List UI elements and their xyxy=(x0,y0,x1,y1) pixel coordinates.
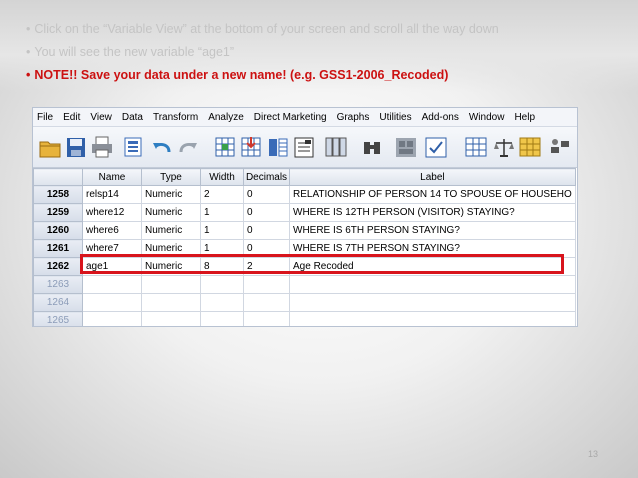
find-icon[interactable] xyxy=(361,135,383,159)
bullet-list: • Click on the “Variable View” at the bot… xyxy=(26,18,626,87)
bullet-item: • You will see the new variable “age1” xyxy=(26,41,626,64)
cell-type[interactable] xyxy=(141,311,201,326)
cell-decimals[interactable] xyxy=(243,311,290,326)
cell-label[interactable] xyxy=(289,275,576,294)
note-bullet: • NOTE!! Save your data under a new name!… xyxy=(26,64,626,87)
column-header-decimals[interactable]: Decimals xyxy=(243,168,290,186)
row-number[interactable]: 1258 xyxy=(33,185,83,204)
row-number[interactable]: 1259 xyxy=(33,203,83,222)
split-file-icon[interactable] xyxy=(395,135,417,159)
goto-variable-icon[interactable] xyxy=(241,135,263,159)
cell-type[interactable] xyxy=(141,293,201,312)
cell-decimals[interactable]: 0 xyxy=(243,185,290,204)
row-number[interactable]: 1263 xyxy=(33,275,83,294)
column-header-label[interactable]: Label xyxy=(289,168,576,186)
cell-type[interactable] xyxy=(141,275,201,294)
menu-transform[interactable]: Transform xyxy=(149,112,204,123)
cell-label[interactable]: WHERE IS 12TH PERSON (VISITOR) STAYING? xyxy=(289,203,576,222)
menu-add-ons[interactable]: Add-ons xyxy=(418,112,465,123)
corner-header xyxy=(33,168,83,186)
column-header-width[interactable]: Width xyxy=(200,168,244,186)
redo-icon[interactable] xyxy=(177,135,199,159)
cell-name[interactable]: where6 xyxy=(82,221,142,240)
goto-case-icon[interactable] xyxy=(215,135,237,159)
row-number[interactable]: 1262 xyxy=(33,257,83,276)
select-cases-icon[interactable] xyxy=(465,135,487,159)
undo-icon[interactable] xyxy=(151,135,173,159)
weight-cases-icon[interactable] xyxy=(425,135,447,159)
row-number[interactable]: 1265 xyxy=(33,311,83,326)
cell-name[interactable] xyxy=(82,293,142,312)
age1-highlight-box xyxy=(80,254,564,274)
cell-decimals[interactable] xyxy=(243,293,290,312)
cell-name[interactable]: relsp14 xyxy=(82,185,142,204)
cell-width[interactable]: 2 xyxy=(200,185,244,204)
bullet-dot-icon: • xyxy=(26,68,31,82)
column-header-type[interactable]: Type xyxy=(141,168,201,186)
menu-direct-marketing[interactable]: Direct Marketing xyxy=(250,112,333,123)
table-row: 1258 relsp14 Numeric 2 0 RELATIONSHIP OF… xyxy=(33,185,576,204)
slide-number: 13 xyxy=(588,449,599,459)
variable-table: Name Type Width Decimals Label 1258 rels… xyxy=(33,168,576,326)
insert-cases-icon[interactable] xyxy=(293,135,315,159)
cell-type[interactable]: Numeric xyxy=(141,185,201,204)
table-row: 1264 xyxy=(33,293,576,312)
cell-type[interactable]: Numeric xyxy=(141,203,201,222)
dialog-recall-icon[interactable] xyxy=(123,135,145,159)
menu-edit[interactable]: Edit xyxy=(59,112,86,123)
scale-icon[interactable] xyxy=(519,135,541,159)
cell-name[interactable] xyxy=(82,275,142,294)
print-icon[interactable] xyxy=(91,135,113,159)
cell-label[interactable]: WHERE IS 6TH PERSON STAYING? xyxy=(289,221,576,240)
cell-width[interactable] xyxy=(200,311,244,326)
cell-decimals[interactable]: 0 xyxy=(243,221,290,240)
menu-window[interactable]: Window xyxy=(465,112,511,123)
row-number[interactable]: 1261 xyxy=(33,239,83,258)
bullet-item: • Click on the “Variable View” at the bot… xyxy=(26,18,626,41)
menu-help[interactable]: Help xyxy=(510,112,541,123)
row-number[interactable]: 1264 xyxy=(33,293,83,312)
column-header-name[interactable]: Name xyxy=(82,168,142,186)
menu-bar: File Edit View Data Transform Analyze Di… xyxy=(33,108,577,127)
spss-window-screenshot: File Edit View Data Transform Analyze Di… xyxy=(32,107,578,327)
cell-type[interactable]: Numeric xyxy=(141,221,201,240)
open-folder-icon[interactable] xyxy=(39,135,61,159)
menu-file[interactable]: File xyxy=(33,112,59,123)
menu-data[interactable]: Data xyxy=(118,112,149,123)
row-number[interactable]: 1260 xyxy=(33,221,83,240)
menu-view[interactable]: View xyxy=(86,112,118,123)
value-labels-icon[interactable] xyxy=(493,135,515,159)
cell-name[interactable]: where12 xyxy=(82,203,142,222)
save-icon[interactable] xyxy=(65,135,87,159)
cell-decimals[interactable] xyxy=(243,275,290,294)
variable-view-grid: Name Type Width Decimals Label 1258 rels… xyxy=(33,168,577,326)
bullet-text: You will see the new variable “age1” xyxy=(34,45,235,59)
cell-name[interactable] xyxy=(82,311,142,326)
menu-utilities[interactable]: Utilities xyxy=(375,112,417,123)
cell-decimals[interactable]: 0 xyxy=(243,203,290,222)
toolbar xyxy=(33,127,577,168)
cell-width[interactable]: 1 xyxy=(200,203,244,222)
cell-label[interactable] xyxy=(289,293,576,312)
table-row: 1265 xyxy=(33,311,576,326)
cell-width[interactable]: 1 xyxy=(200,221,244,240)
note-text: NOTE!! Save your data under a new name! … xyxy=(34,68,449,82)
use-sets-icon[interactable] xyxy=(549,135,571,159)
table-row: 1260 where6 Numeric 1 0 WHERE IS 6TH PER… xyxy=(33,221,576,240)
variables-icon[interactable] xyxy=(267,135,289,159)
menu-analyze[interactable]: Analyze xyxy=(204,112,250,123)
cell-width[interactable] xyxy=(200,293,244,312)
insert-variable-icon[interactable] xyxy=(325,135,347,159)
cell-width[interactable] xyxy=(200,275,244,294)
table-row: 1263 xyxy=(33,275,576,294)
table-row: 1259 where12 Numeric 1 0 WHERE IS 12TH P… xyxy=(33,203,576,222)
bullet-dot-icon: • xyxy=(26,45,31,59)
bullet-dot-icon: • xyxy=(26,22,31,36)
bullet-text: Click on the “Variable View” at the bott… xyxy=(34,22,499,36)
menu-graphs[interactable]: Graphs xyxy=(333,112,376,123)
cell-label[interactable]: RELATIONSHIP OF PERSON 14 TO SPOUSE OF H… xyxy=(289,185,576,204)
cell-label[interactable] xyxy=(289,311,576,326)
